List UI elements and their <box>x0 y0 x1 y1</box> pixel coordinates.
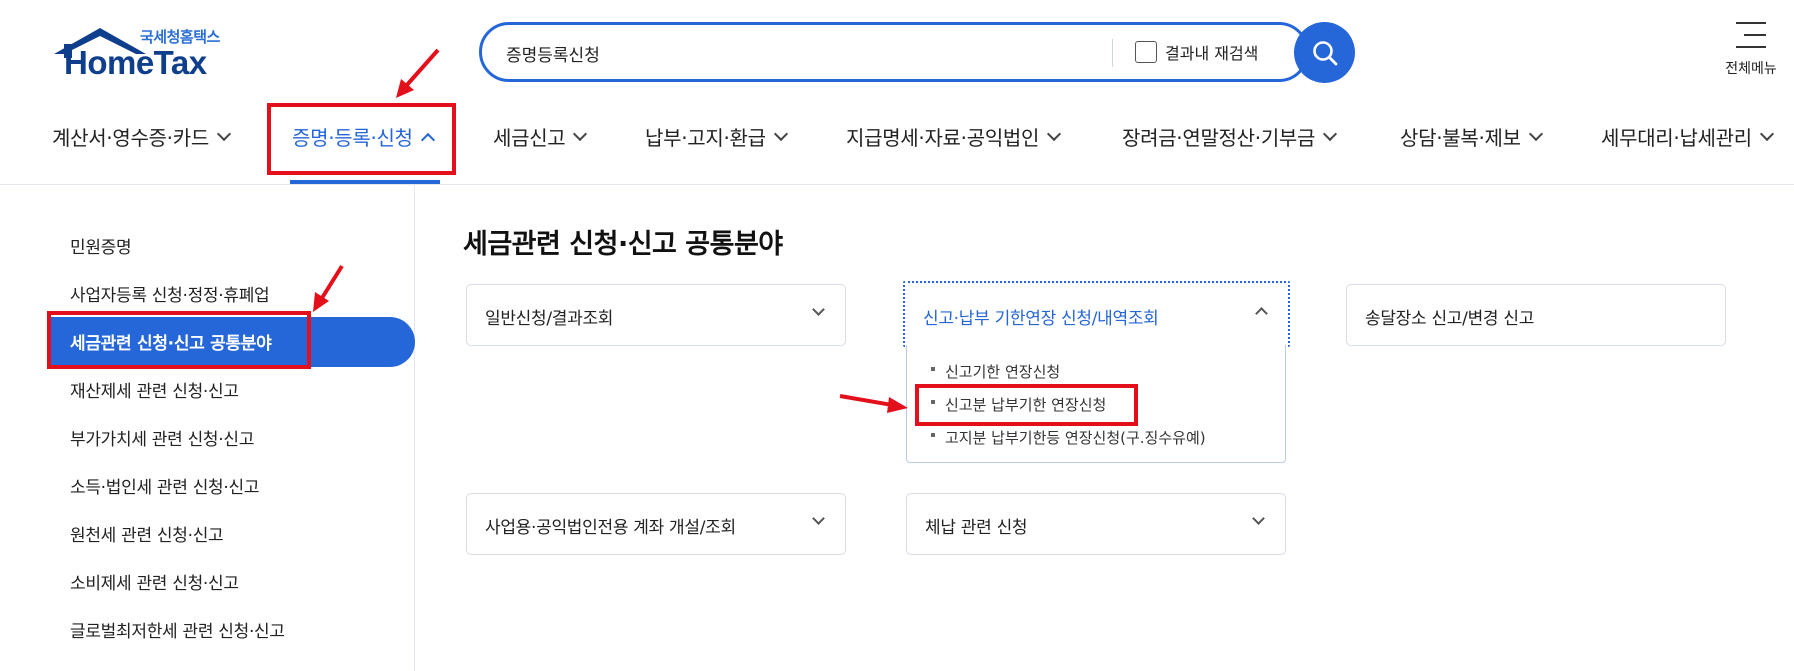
annotation-arrows <box>313 48 908 413</box>
arrow-icon <box>313 48 908 413</box>
